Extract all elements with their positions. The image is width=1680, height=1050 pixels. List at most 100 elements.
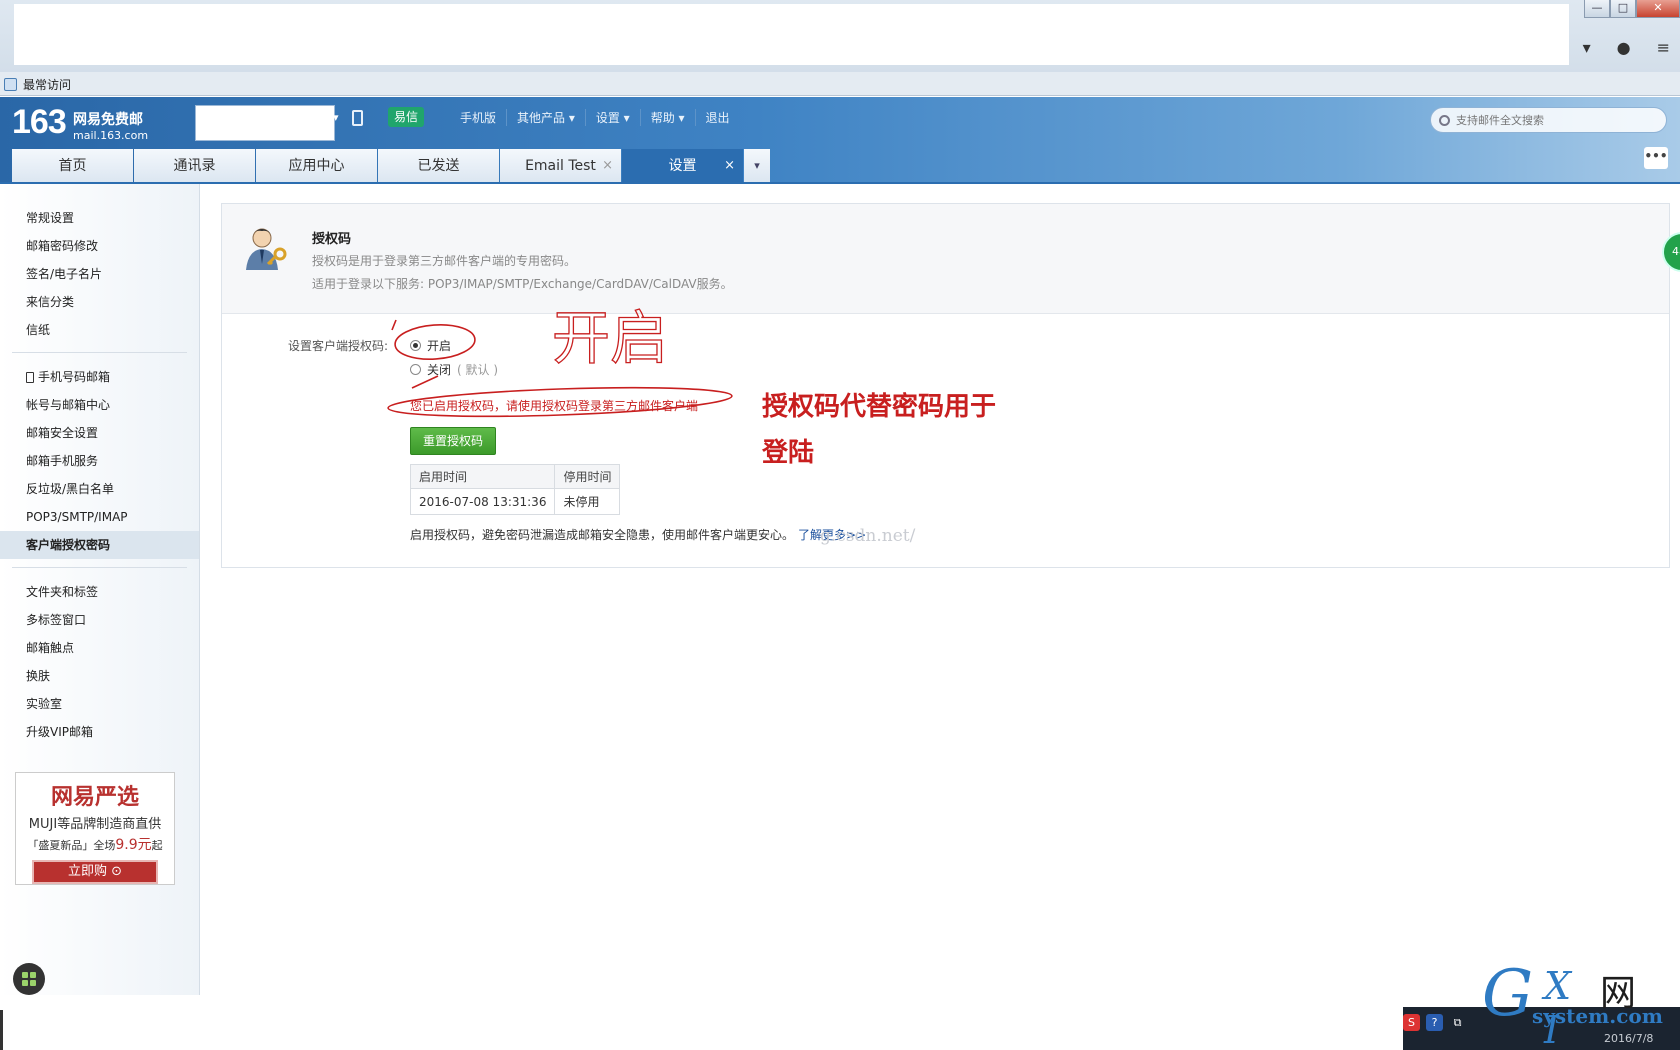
yixin-label: 易信	[394, 110, 419, 124]
tab-home[interactable]: 首页	[12, 149, 133, 183]
sidebar-item-mobile-mail[interactable]: 手机号码邮箱	[0, 363, 199, 391]
sidebar-item-stationery[interactable]: 信纸	[0, 316, 199, 344]
sidebar-item-folders[interactable]: 文件夹和标签	[0, 578, 199, 606]
yixin-button[interactable]: 易信	[388, 107, 425, 127]
window-restore-icon[interactable]: ⧉	[1449, 1014, 1466, 1031]
taskbar-date: 2016/7/8	[1604, 1032, 1654, 1045]
close-icon[interactable]: ×	[602, 149, 613, 183]
sidebar-item-pop3[interactable]: POP3/SMTP/IMAP	[0, 503, 199, 531]
search-input[interactable]	[1456, 113, 1656, 127]
bookmark-icon	[4, 78, 17, 91]
help-icon[interactable]: ?	[1426, 1014, 1443, 1031]
enabled-time-cell: 2016-07-08 13:31:36	[409, 488, 556, 515]
app-grid-icon[interactable]	[13, 963, 45, 995]
menu-icon[interactable]: ≡	[1657, 38, 1670, 57]
tab-label: Email Test	[525, 158, 596, 174]
radio-disable[interactable]: 关闭 ( 默认 )	[410, 361, 498, 378]
close-icon[interactable]: ×	[724, 149, 735, 183]
sidebar-item-lab[interactable]: 实验室	[0, 690, 199, 718]
tab-email-test[interactable]: Email Test ×	[500, 149, 621, 183]
sidebar-item-account-center[interactable]: 帐号与邮箱中心	[0, 391, 199, 419]
account-selector[interactable]	[195, 105, 335, 141]
search-icon[interactable]	[1439, 114, 1450, 126]
sidebar-group-account: 手机号码邮箱 帐号与邮箱中心 邮箱安全设置 邮箱手机服务 反垃圾/黑白名单 PO…	[0, 361, 199, 559]
radio-button-enable[interactable]	[410, 340, 421, 351]
logo-number[interactable]: 163	[12, 103, 67, 142]
sidebar-item-general[interactable]: 常规设置	[0, 204, 199, 232]
radio-enable[interactable]: 开启	[410, 337, 451, 354]
tab-overflow-chevron-icon[interactable]: ▾	[744, 149, 770, 183]
top-nav: 手机版 其他产品 ▾ 设置 ▾ 帮助 ▾ 退出	[450, 109, 740, 126]
sidebar-item-password[interactable]: 邮箱密码修改	[0, 232, 199, 260]
ad-title: 网易严选	[50, 784, 139, 810]
chevron-down-icon[interactable]: ▾	[333, 111, 339, 124]
nav-settings[interactable]: 设置 ▾	[584, 109, 640, 126]
radio-enable-label: 开启	[427, 339, 452, 353]
sidebar-item-security[interactable]: 邮箱安全设置	[0, 419, 199, 447]
nav-logout[interactable]: 退出	[694, 109, 740, 126]
sidebar-item-vip[interactable]: 升级VIP邮箱	[0, 718, 199, 746]
radio-disable-label: 关闭	[427, 363, 452, 377]
client-auth-label: 设置客户端授权码:	[288, 339, 389, 353]
radio-button-disable[interactable]	[410, 364, 421, 375]
nav-help[interactable]: 帮助 ▾	[639, 109, 695, 126]
nav-other-products[interactable]: 其他产品 ▾	[506, 109, 585, 126]
mobile-phone-icon[interactable]	[352, 110, 363, 126]
browser-toolbar-icons: ▾ ● ≡	[1583, 38, 1670, 57]
default-note: ( 默认 )	[457, 363, 499, 377]
panel-header: 授权码 授权码是用于登录第三方邮件客户端的专用密码。 适用于登录以下服务: PO…	[222, 204, 1669, 314]
ad-line2-suffix: 起	[151, 839, 163, 852]
window-controls: — □ ✕	[1584, 0, 1680, 22]
ad-line1: MUJI等品牌制造商直供	[28, 817, 162, 832]
sidebar-item-antispam[interactable]: 反垃圾/黑白名单	[0, 475, 199, 503]
gxi-g: G	[1482, 957, 1534, 1031]
close-window-button[interactable]: ✕	[1636, 0, 1680, 18]
bookmark-most-visited[interactable]: 最常访问	[4, 76, 71, 93]
annotation-note-line2: 登陆	[762, 438, 815, 468]
logo-text: 网易免费邮 mail.163.com	[73, 109, 148, 142]
tab-app-center[interactable]: 应用中心	[256, 149, 377, 183]
annotation-note-line1: 授权码代替密码用于	[762, 392, 997, 422]
bookmark-label: 最常访问	[23, 78, 72, 92]
sidebar-item-mobile-service[interactable]: 邮箱手机服务	[0, 447, 199, 475]
ad-line2: 「盛夏新品」全场9.9元起	[16, 834, 174, 854]
search-box	[1430, 107, 1667, 133]
panel-services: 适用于登录以下服务: POP3/IMAP/SMTP/Exchange/CardD…	[312, 277, 733, 291]
nav-mobile[interactable]: 手机版	[450, 109, 506, 126]
gxi-system: system.com	[1532, 1004, 1663, 1028]
status-message: 您已启用授权码，请使用授权码登录第三方邮件客户端	[410, 399, 699, 413]
sidebar-item-multitab[interactable]: 多标签窗口	[0, 606, 199, 634]
sidebar-item-signature[interactable]: 签名/电子名片	[0, 260, 199, 288]
tab-contacts[interactable]: 通讯录	[134, 149, 255, 183]
sidebar-item-touchpoint[interactable]: 邮箱触点	[0, 634, 199, 662]
tab-label: 已发送	[417, 158, 460, 174]
dropdown-icon[interactable]: ▾	[1583, 38, 1591, 57]
watermark-url: g.csdn.net/	[820, 526, 916, 546]
more-options-button[interactable]: •••	[1644, 147, 1668, 169]
maximize-button[interactable]: □	[1610, 0, 1636, 18]
sidebar-item-skin[interactable]: 换肤	[0, 662, 199, 690]
panel-title: 授权码	[312, 232, 352, 247]
address-area[interactable]	[14, 4, 1569, 65]
header-disabled-time: 停用时间	[554, 464, 621, 489]
tab-label: 通讯录	[173, 158, 216, 174]
panel-description: 授权码是用于登录第三方邮件客户端的专用密码。	[312, 254, 577, 268]
gxi-watermark-logo: G X I 网 system.com	[1482, 962, 1663, 1050]
sogou-input-icon[interactable]: S	[1403, 1014, 1420, 1031]
mobile-phone-icon	[26, 371, 34, 383]
sidebar-item-filter[interactable]: 来信分类	[0, 288, 199, 316]
tab-sent[interactable]: 已发送	[378, 149, 499, 183]
yanxuan-ad[interactable]: 网易严选 MUJI等品牌制造商直供 「盛夏新品」全场9.9元起 立即购 ⊙	[15, 772, 175, 885]
sidebar-item-client-auth[interactable]: 客户端授权密码	[0, 531, 199, 559]
chat-bubble-icon[interactable]: ●	[1617, 38, 1631, 57]
tab-label: 首页	[58, 158, 87, 174]
buy-now-button[interactable]: 立即购 ⊙	[32, 860, 158, 884]
tab-settings[interactable]: 设置 ×	[622, 149, 743, 183]
table-row: 2016-07-08 13:31:36 未停用	[409, 488, 621, 515]
header-enabled-time: 启用时间	[409, 464, 556, 489]
user-key-icon	[246, 228, 287, 270]
reset-auth-code-button[interactable]: 重置授权码	[410, 427, 496, 455]
minimize-button[interactable]: —	[1584, 0, 1610, 18]
ad-price: 9.9元	[115, 837, 152, 853]
logo-name: 网易免费邮	[73, 112, 143, 128]
